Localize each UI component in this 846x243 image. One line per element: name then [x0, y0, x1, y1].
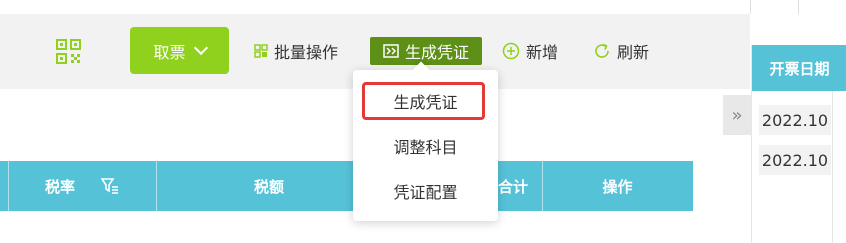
menu-item-voucher-config[interactable]: 凭证配置 — [353, 176, 498, 206]
column-header-label: 操作 — [602, 177, 633, 196]
refresh-button[interactable]: 刷新 — [593, 38, 649, 64]
add-button[interactable]: 新增 — [502, 38, 558, 64]
date-value: 2022.10 — [761, 150, 829, 170]
column-header-label: 开票日期 — [769, 59, 830, 78]
batch-operation-button[interactable]: 批量操作 — [254, 38, 338, 64]
invoice-date-column: 开票日期 2022.10 2022.10 — [751, 45, 846, 243]
column-header-label: 税额 — [253, 177, 284, 196]
date-value: 2022.10 — [761, 110, 829, 130]
column-header-label: 合计 — [497, 177, 528, 196]
qrcode-icon[interactable] — [56, 39, 81, 64]
add-label: 新增 — [526, 43, 559, 62]
generate-voucher-button[interactable]: 生成凭证 — [370, 37, 482, 65]
voucher-icon — [383, 44, 399, 58]
column-header-invoice-date[interactable]: 开票日期 — [752, 45, 846, 91]
menu-item-label: 生成凭证 — [393, 93, 458, 112]
divider — [832, 91, 833, 243]
menu-item-label: 凭证配置 — [393, 183, 458, 202]
table-cell: 2022.10 — [759, 145, 831, 175]
column-header-tax-rate[interactable]: 税率 — [8, 161, 156, 211]
right-panel: » 开票日期 2022.10 2022.10 — [723, 45, 846, 243]
chevron-down-icon — [193, 40, 208, 56]
column-header-tax-amount[interactable]: 税额 — [156, 161, 382, 211]
table-cell: 2022.10 — [759, 105, 831, 135]
take-ticket-button[interactable]: 取票 — [130, 27, 229, 74]
grid-icon — [254, 44, 268, 58]
batch-operation-label: 批量操作 — [274, 43, 339, 62]
divider — [750, 0, 751, 14]
refresh-icon — [595, 43, 609, 58]
page: 取票 批量操作 生成凭证 新增 刷新 税率 税额 合计 操作 生成凭证 调整科目… — [0, 0, 846, 243]
table-header: 税率 税额 合计 操作 — [0, 161, 693, 211]
divider — [798, 0, 799, 14]
menu-item-label: 调整科目 — [393, 138, 458, 157]
menu-item-generate-voucher[interactable]: 生成凭证 — [353, 86, 498, 116]
column-header-actions[interactable]: 操作 — [542, 161, 693, 211]
refresh-label: 刷新 — [617, 43, 650, 62]
take-ticket-label: 取票 — [153, 42, 186, 62]
collapse-glyph: » — [731, 104, 743, 126]
menu-item-adjust-subject[interactable]: 调整科目 — [353, 131, 498, 161]
voucher-dropdown-menu: 生成凭证 调整科目 凭证配置 — [353, 61, 498, 221]
filter-icon[interactable] — [101, 178, 119, 194]
collapse-icon[interactable]: » — [723, 95, 751, 135]
column-header-label: 税率 — [44, 177, 75, 196]
generate-voucher-label: 生成凭证 — [404, 43, 469, 62]
plus-circle-icon — [502, 42, 520, 60]
